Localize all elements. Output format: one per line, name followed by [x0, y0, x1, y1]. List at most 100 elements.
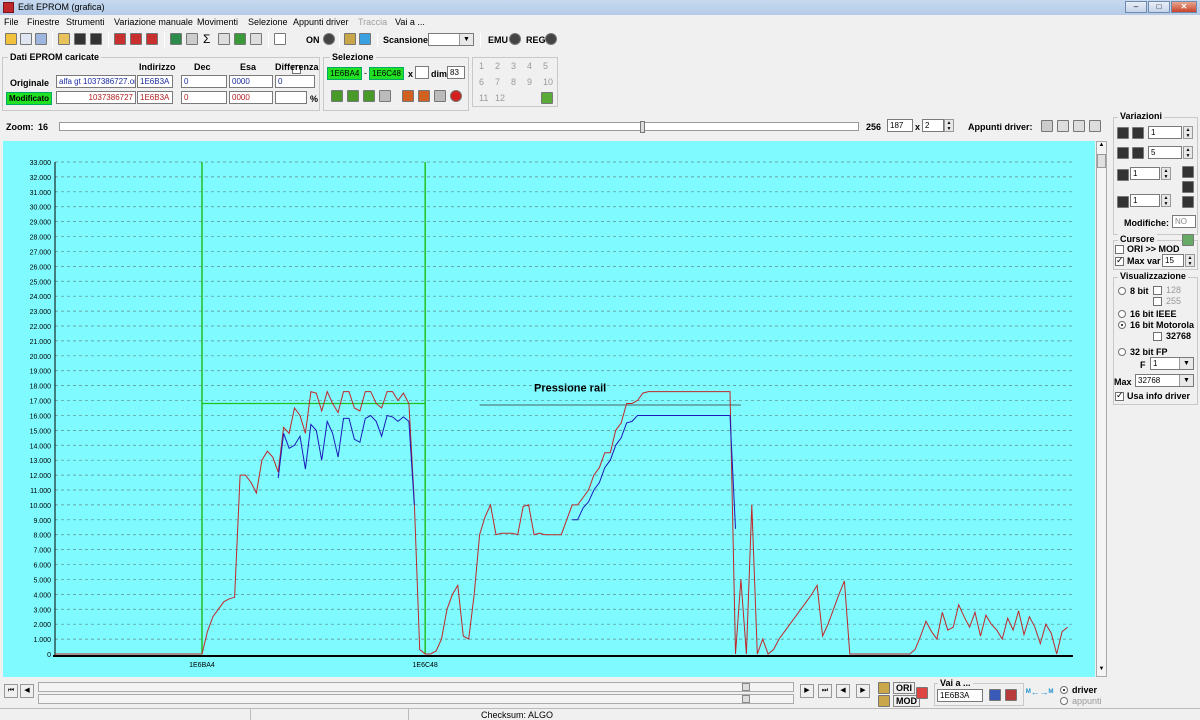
orig-file-field[interactable]: alfa gt 1037386727.ori — [56, 75, 136, 88]
menu-appunti-driver[interactable]: Appunti driver — [293, 17, 349, 27]
cursore-lock-icon[interactable] — [1182, 234, 1194, 246]
slot-8[interactable]: 8 — [511, 77, 516, 87]
close-button[interactable]: ✕ — [1171, 1, 1197, 13]
copy-sel-icon[interactable] — [402, 90, 414, 102]
scansione-select[interactable]: ▼ — [428, 33, 474, 46]
hscroll-top[interactable] — [38, 682, 794, 692]
menu-selezione[interactable]: Selezione — [248, 17, 288, 27]
var3-spin[interactable]: ▲ ▼ — [1161, 167, 1171, 180]
next-icon[interactable]: ▶ — [800, 684, 814, 698]
mod-dec-field[interactable]: 0 — [181, 91, 227, 104]
select-icon-4[interactable] — [379, 90, 391, 102]
chk-255[interactable] — [1153, 297, 1162, 306]
orig-esa-field[interactable]: 0000 — [229, 75, 273, 88]
ori-button[interactable]: ORI — [893, 682, 916, 694]
print-icon[interactable] — [218, 33, 230, 45]
sigma-icon[interactable]: Σ — [203, 32, 210, 46]
home-icon[interactable] — [5, 33, 17, 45]
var-icon-4[interactable] — [1132, 147, 1144, 159]
var-icon-7[interactable] — [1182, 181, 1194, 193]
mod-addr-field[interactable]: 1E6B3A — [137, 91, 173, 104]
var-icon-8[interactable] — [1117, 196, 1129, 208]
save-as-icon[interactable] — [90, 33, 102, 45]
slot-config-icon[interactable] — [541, 92, 553, 104]
zoom-value-field[interactable]: 187 — [887, 119, 913, 132]
menu-traccia[interactable]: Traccia — [358, 17, 387, 27]
mod-file-field[interactable]: 1037386727 — [56, 91, 136, 104]
chevron-down-icon[interactable]: ▼ — [459, 34, 473, 45]
zoom-multiplier-field[interactable]: 2 — [922, 119, 944, 132]
select-icon-3[interactable] — [363, 90, 375, 102]
radio-16moto[interactable] — [1118, 321, 1126, 329]
max-chevron-down-icon[interactable]: ▼ — [1179, 375, 1193, 386]
document-icon[interactable] — [35, 33, 47, 45]
var4-field[interactable]: 1 — [1130, 194, 1160, 207]
save-icon[interactable] — [74, 33, 86, 45]
table-icon[interactable] — [146, 33, 158, 45]
hscroll-bottom-thumb[interactable] — [742, 695, 750, 703]
chip-icon[interactable] — [170, 33, 182, 45]
reset-sel-icon[interactable] — [450, 90, 462, 102]
scroll-down-icon[interactable]: ▼ — [1097, 666, 1106, 676]
open-folder-icon[interactable] — [58, 33, 70, 45]
slot-10[interactable]: 10 — [543, 77, 553, 87]
var1-field[interactable]: 1 — [1148, 126, 1182, 139]
slot-12[interactable]: 12 — [495, 93, 505, 103]
monitor-icon[interactable] — [274, 33, 286, 45]
slot-9[interactable]: 9 — [527, 77, 532, 87]
dim-field[interactable]: 83 — [447, 66, 465, 79]
scroll-up-icon[interactable]: ▲ — [1097, 142, 1106, 152]
var-icon-1[interactable] — [1117, 127, 1129, 139]
maximize-button[interactable]: □ — [1148, 1, 1170, 13]
paste-sel-icon[interactable] — [418, 90, 430, 102]
lock-icon[interactable] — [344, 33, 356, 45]
slot-3[interactable]: 3 — [511, 61, 516, 71]
f-select[interactable]: 1 ▼ — [1150, 357, 1194, 370]
first-icon[interactable]: ⏮ — [4, 684, 18, 698]
chart[interactable]: 0 1.000 2.000 3.000 4.000 5.000 6.000 7.000 8.00… — [3, 141, 1095, 677]
mod-esa-field[interactable]: 0000 — [229, 91, 273, 104]
mark-prev-icon[interactable]: ◀ — [836, 684, 850, 698]
reg-gear-icon[interactable] — [545, 33, 557, 45]
emu-gear-icon[interactable] — [509, 33, 521, 45]
checklist-icon[interactable] — [114, 33, 126, 45]
orig-diff-field[interactable]: 0 — [275, 75, 315, 88]
var1-spin[interactable]: ▲ ▼ — [1183, 126, 1193, 139]
vscroll-thumb[interactable] — [1097, 154, 1106, 168]
prev-icon[interactable]: ◀ — [20, 684, 34, 698]
usa-info-checkbox[interactable] — [1115, 390, 1124, 401]
slot-4[interactable]: 4 — [527, 61, 532, 71]
radio-appunti[interactable] — [1060, 697, 1068, 705]
zoom-multiplier-spin[interactable]: ▲ ▼ — [944, 119, 954, 132]
orig-dec-field[interactable]: 0 — [181, 75, 227, 88]
zoom-slider-thumb[interactable] — [640, 121, 645, 133]
var3-field[interactable]: 1 — [1130, 167, 1160, 180]
chart-area[interactable]: 0 1.000 2.000 3.000 4.000 5.000 6.000 7.000 8.00… — [3, 141, 1095, 677]
menu-finestre[interactable]: Finestre — [27, 17, 60, 27]
selection-x-field[interactable] — [415, 66, 429, 79]
clear-sel-icon[interactable] — [434, 90, 446, 102]
minimize-button[interactable]: – — [1125, 1, 1147, 13]
chk-32768[interactable] — [1153, 332, 1162, 341]
max-var-field[interactable]: 15 — [1162, 254, 1184, 267]
ori-lock-icon[interactable] — [878, 682, 890, 694]
var-icon-3[interactable] — [1117, 147, 1129, 159]
graph-icon[interactable] — [234, 33, 246, 45]
slot-6[interactable]: 6 — [479, 77, 484, 87]
slot-7[interactable]: 7 — [495, 77, 500, 87]
person-icon[interactable] — [359, 33, 371, 45]
var-icon-2[interactable] — [1132, 127, 1144, 139]
var-icon-6[interactable] — [1182, 166, 1194, 178]
var2-field[interactable]: 5 — [1148, 146, 1182, 159]
clip-icon-2[interactable] — [1057, 120, 1069, 132]
menu-strumenti[interactable]: Strumenti — [66, 17, 105, 27]
var-icon-9[interactable] — [1182, 196, 1194, 208]
var4-spin[interactable]: ▲ ▼ — [1161, 194, 1171, 207]
selection-start[interactable]: 1E6BA4 — [327, 67, 363, 80]
vai-a-field[interactable]: 1E6B3A — [937, 689, 983, 702]
gear-icon[interactable] — [323, 33, 335, 45]
max-select[interactable]: 32768 ▼ — [1135, 374, 1194, 387]
f-chevron-down-icon[interactable]: ▼ — [1179, 358, 1193, 369]
zoom-slider[interactable] — [59, 121, 859, 133]
ori-mod-checkbox[interactable] — [1115, 245, 1124, 254]
